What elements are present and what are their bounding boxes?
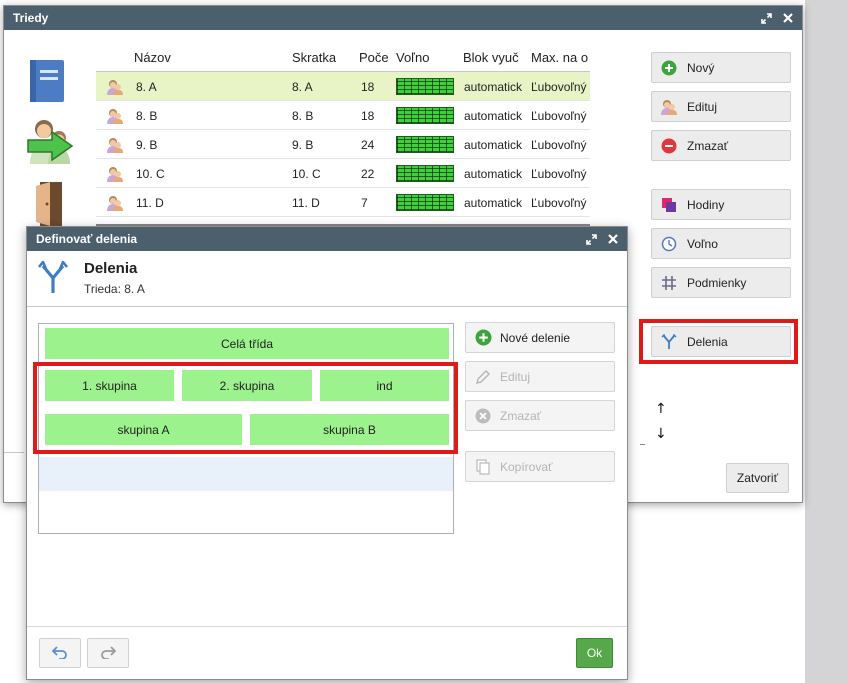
- column-header-count[interactable]: Poče: [359, 50, 393, 65]
- maximize-icon[interactable]: [760, 12, 772, 24]
- column-header-max[interactable]: Max. na o: [531, 50, 591, 65]
- move-up-button[interactable]: ↑: [655, 401, 667, 417]
- define-divisions-dialog: Definovať delenia Delenia Trieda: 8. A C…: [26, 226, 628, 680]
- column-header-short[interactable]: Skratka: [292, 50, 336, 65]
- plus-circle-icon: [660, 59, 678, 77]
- fork-icon: [660, 333, 678, 351]
- close-icon[interactable]: [782, 12, 794, 24]
- free-time-grid: [396, 136, 454, 153]
- group-tile[interactable]: skupina B: [250, 414, 449, 445]
- hash-icon: [660, 274, 678, 292]
- plus-circle-icon: [474, 329, 492, 347]
- classes-window-titlebar: Triedy: [4, 6, 802, 30]
- column-header-name[interactable]: Názov: [134, 50, 171, 65]
- divisions-button[interactable]: Delenia: [651, 326, 791, 357]
- copy-division-button[interactable]: Kopírovať: [465, 451, 615, 482]
- door-icon: [34, 180, 68, 229]
- undo-icon: [51, 645, 68, 662]
- footer-divider: [4, 452, 24, 453]
- dialog-subtitle: Trieda: 8. A: [84, 282, 145, 296]
- group-tile[interactable]: 2. skupina: [182, 370, 312, 401]
- class-icon: [106, 194, 124, 212]
- dialog-heading: Delenia: [84, 260, 138, 277]
- dialog-header: Delenia Trieda: 8. A: [27, 251, 627, 307]
- new-division-button[interactable]: Nové delenie: [465, 322, 615, 353]
- divisions-fork-icon: [37, 260, 69, 295]
- pencil-icon: [474, 368, 492, 386]
- conditions-button[interactable]: Podmienky: [651, 267, 791, 298]
- table-row[interactable]: 8. A 8. A 18 automatick Ľubovoľný: [96, 72, 590, 101]
- redo-button[interactable]: [87, 638, 129, 668]
- table-row[interactable]: 11. D 11. D 7 automatick Ľubovoľný: [96, 188, 590, 217]
- hours-button[interactable]: Hodiny: [651, 189, 791, 220]
- table-header: Názov Skratka Poče Voľno Blok vyuč Max. …: [96, 44, 590, 72]
- edit-button[interactable]: Edituj: [651, 91, 791, 122]
- edit-class-icon: [660, 98, 678, 116]
- free-time-grid: [396, 78, 454, 95]
- table-row[interactable]: 9. B 9. B 24 automatick Ľubovoľný: [96, 130, 590, 159]
- dialog-footer-divider: [27, 626, 627, 627]
- close-icon[interactable]: [607, 233, 619, 245]
- classes-window-title: Triedy: [13, 11, 49, 25]
- divisions-panel: Celá třída 1. skupina 2. skupina ind sku…: [38, 323, 454, 534]
- column-header-block[interactable]: Blok vyuč: [463, 50, 529, 65]
- delete-button[interactable]: Zmazať: [651, 130, 791, 161]
- group-tile[interactable]: skupina A: [45, 414, 242, 445]
- free-time-grid: [396, 107, 454, 124]
- move-down-button[interactable]: ↓: [655, 426, 667, 442]
- class-icon: [106, 78, 124, 96]
- undo-button[interactable]: [39, 638, 81, 668]
- book-icon: [24, 58, 68, 107]
- desktop-right-area: [805, 0, 848, 683]
- new-button[interactable]: Nový: [651, 52, 791, 83]
- column-header-free[interactable]: Voľno: [396, 50, 429, 65]
- hours-icon: [660, 196, 678, 214]
- edit-division-button[interactable]: Edituj: [465, 361, 615, 392]
- copy-icon: [474, 458, 492, 476]
- student-transfer-icon: [26, 116, 78, 171]
- empty-division-row[interactable]: [39, 457, 453, 491]
- table-row[interactable]: 8. B 8. B 18 automatick Ľubovoľný: [96, 101, 590, 130]
- delete-division-button[interactable]: Zmazať: [465, 400, 615, 431]
- divider: [640, 444, 645, 445]
- close-button[interactable]: Zatvoriť: [726, 463, 789, 493]
- classes-table: Názov Skratka Poče Voľno Blok vyuč Max. …: [96, 44, 590, 217]
- maximize-icon[interactable]: [585, 233, 597, 245]
- group-tile[interactable]: ind: [320, 370, 449, 401]
- clock-icon: [660, 235, 678, 253]
- table-row[interactable]: 10. C 10. C 22 automatick Ľubovoľný: [96, 159, 590, 188]
- minus-circle-icon: [660, 137, 678, 155]
- whole-class-tile[interactable]: Celá třída: [45, 328, 449, 359]
- free-time-button[interactable]: Voľno: [651, 228, 791, 259]
- class-icon: [106, 165, 124, 183]
- free-time-grid: [396, 165, 454, 182]
- class-icon: [106, 136, 124, 154]
- redo-icon: [100, 645, 117, 662]
- free-time-grid: [396, 194, 454, 211]
- dialog-title: Definovať delenia: [36, 232, 138, 246]
- group-tile[interactable]: 1. skupina: [45, 370, 174, 401]
- dialog-titlebar: Definovať delenia: [27, 227, 627, 251]
- ok-button[interactable]: Ok: [576, 638, 613, 668]
- class-icon: [106, 107, 124, 125]
- x-circle-icon: [474, 407, 492, 425]
